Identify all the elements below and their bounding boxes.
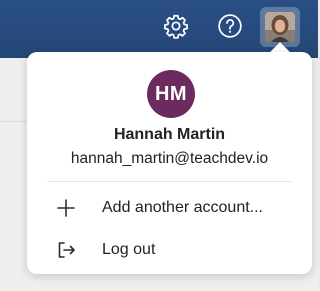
avatar: [265, 12, 295, 42]
add-account-label: Add another account...: [102, 199, 263, 216]
settings-button[interactable]: [162, 12, 190, 40]
plus-icon: [57, 199, 75, 217]
help-icon: [218, 14, 242, 38]
add-account-menu-item[interactable]: Add another account...: [27, 190, 312, 226]
account-email: hannah_martin@teachdev.io: [70, 150, 269, 167]
menu-divider: [47, 181, 292, 182]
gear-icon: [164, 14, 188, 39]
help-button[interactable]: [216, 12, 244, 40]
logout-icon: [58, 242, 75, 258]
account-menu: HM Hannah Martin hannah_martin@teachdev.…: [27, 52, 312, 274]
account-name: Hannah Martin: [113, 126, 226, 143]
account-avatar-button[interactable]: [260, 7, 300, 47]
logout-menu-item[interactable]: Log out: [27, 232, 312, 268]
account-initials-avatar: HM: [147, 70, 195, 118]
page-divider: [0, 121, 30, 122]
logout-label: Log out: [102, 241, 156, 258]
top-navigation-bar: [0, 0, 318, 58]
